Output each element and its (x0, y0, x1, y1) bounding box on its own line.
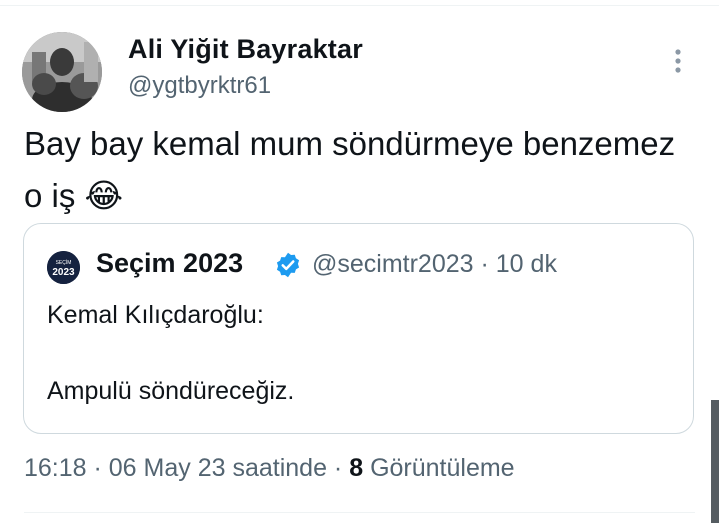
verified-badge-icon (274, 251, 302, 279)
avatar-image (22, 32, 102, 112)
tweet-metadata-row: 16:18 · 06 May 23 saatinde · 8 Görüntüle… (24, 454, 515, 483)
meta-separator: · (473, 250, 496, 278)
views-label: Görüntüleme (370, 454, 515, 482)
laughing-emoji: 😂 (84, 177, 124, 214)
tweet-text: Bay bay kemal mum söndürmeye benzemez o … (24, 118, 684, 222)
quoted-meta: @secimtr2023 · 10 dk (312, 250, 557, 279)
quoted-tweet-card[interactable]: SEÇİM 2023 Seçim 2023 @secimtr2023 · 10 … (23, 223, 694, 434)
views-count: 8 (349, 454, 364, 482)
author-handle[interactable]: @ygtbyrktr61 (128, 72, 271, 100)
author-name[interactable]: Ali Yiğit Bayraktar (128, 34, 363, 65)
quoted-tweet-text: Kemal Kılıçdaroğlu: Ampulü söndüreceğiz. (47, 301, 295, 405)
quoted-author-handle: @secimtr2023 (312, 250, 474, 278)
metadata-separator: · (326, 454, 350, 482)
avatar[interactable] (22, 32, 102, 112)
quoted-time-ago: 10 dk (495, 250, 557, 278)
tweet-timestamp[interactable]: 16:18 · 06 May 23 saatinde (24, 454, 327, 482)
top-divider (0, 5, 719, 6)
quoted-author-logo: SEÇİM 2023 (47, 251, 80, 284)
logo-text-bottom: 2023 (52, 267, 75, 278)
quoted-author-name: Seçim 2023 (96, 248, 244, 278)
bottom-divider (24, 512, 695, 513)
scrollbar[interactable] (711, 400, 719, 523)
logo-text-top: SEÇİM (56, 259, 72, 266)
more-vertical-icon[interactable] (668, 48, 688, 78)
